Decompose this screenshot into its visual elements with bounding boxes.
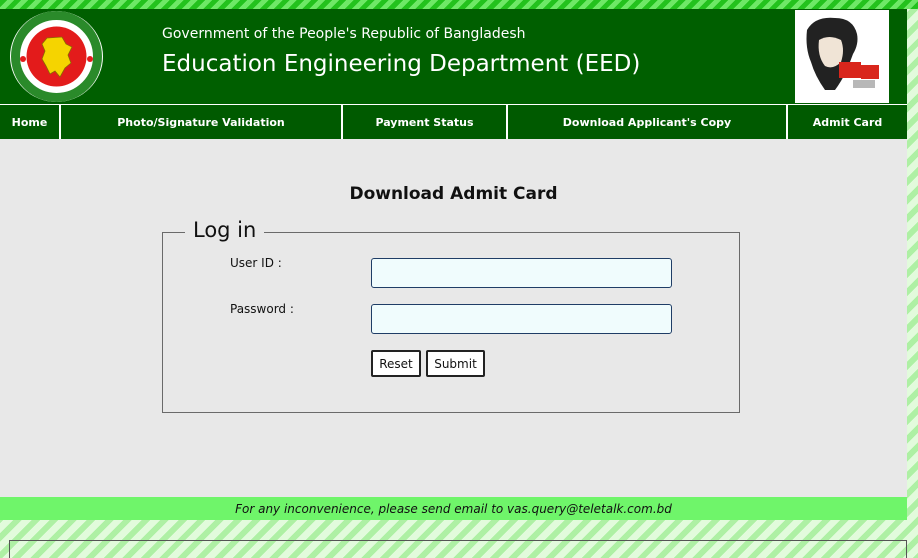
header: Government of the People's Republic of B… bbox=[0, 9, 907, 104]
bottom-panel bbox=[9, 540, 907, 558]
nav-item-admit-card[interactable]: Admit Card bbox=[788, 105, 907, 139]
mujib-100-logo-icon bbox=[795, 10, 889, 103]
footer-bar: For any inconvenience, please send email… bbox=[0, 497, 907, 520]
main-nav: Home Photo/Signature Validation Payment … bbox=[0, 104, 907, 139]
page-title: Download Admit Card bbox=[349, 184, 558, 204]
nav-item-photo-signature-validation[interactable]: Photo/Signature Validation bbox=[61, 105, 343, 139]
government-subtitle: Government of the People's Republic of B… bbox=[162, 26, 526, 42]
page: Government of the People's Republic of B… bbox=[0, 9, 907, 520]
password-label: Password : bbox=[230, 302, 294, 316]
login-legend: Log in bbox=[185, 218, 265, 242]
reset-button[interactable]: Reset bbox=[371, 350, 421, 377]
bangladesh-emblem-icon bbox=[10, 11, 103, 102]
submit-button[interactable]: Submit bbox=[426, 350, 485, 377]
login-fieldset: Log in User ID : Password : Reset Submit bbox=[162, 218, 740, 413]
nav-item-home[interactable]: Home bbox=[0, 105, 61, 139]
user-id-input[interactable] bbox=[371, 258, 672, 288]
footer-contact-text: For any inconvenience, please send email… bbox=[235, 501, 672, 516]
main-content: Download Admit Card Log in User ID : Pas… bbox=[0, 139, 907, 497]
password-input[interactable] bbox=[371, 304, 672, 334]
nav-item-download-applicants-copy[interactable]: Download Applicant's Copy bbox=[508, 105, 788, 139]
top-stripe bbox=[0, 0, 918, 9]
department-title: Education Engineering Department (EED) bbox=[162, 51, 641, 77]
nav-item-payment-status[interactable]: Payment Status bbox=[343, 105, 508, 139]
user-id-label: User ID : bbox=[230, 256, 282, 270]
